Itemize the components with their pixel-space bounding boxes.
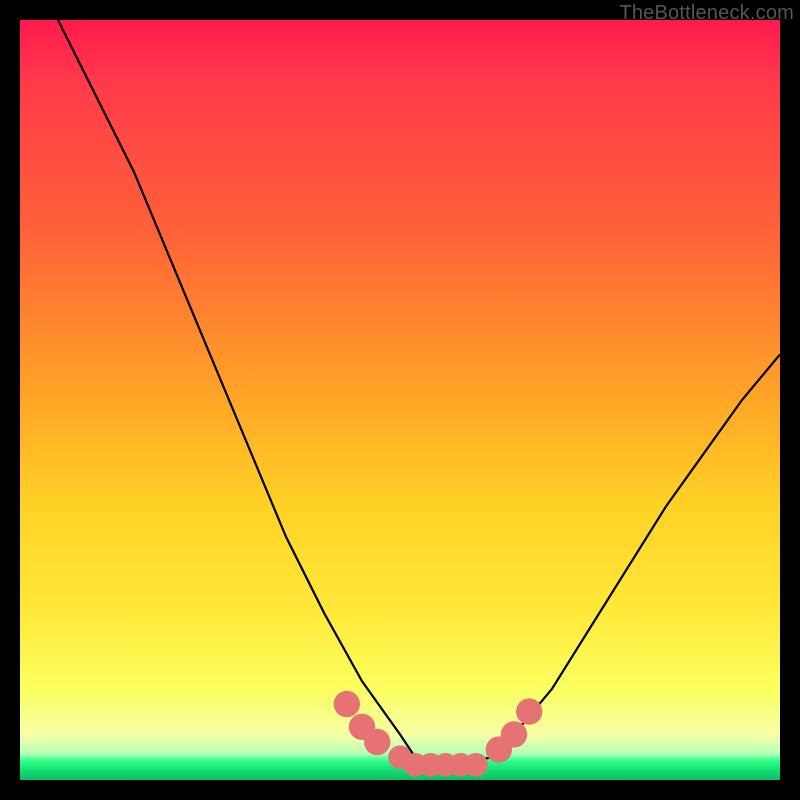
curve-marker [501, 721, 527, 747]
bottleneck-curve-svg [20, 20, 780, 780]
chart-frame: TheBottleneck.com [0, 0, 800, 800]
bottleneck-curve [58, 20, 780, 765]
curve-marker [464, 753, 488, 777]
curve-marker [364, 729, 390, 755]
watermark-text: TheBottleneck.com [619, 2, 794, 25]
curve-marker [516, 698, 542, 724]
curve-markers [334, 691, 543, 777]
plot-area [20, 20, 780, 780]
curve-marker [334, 691, 360, 717]
